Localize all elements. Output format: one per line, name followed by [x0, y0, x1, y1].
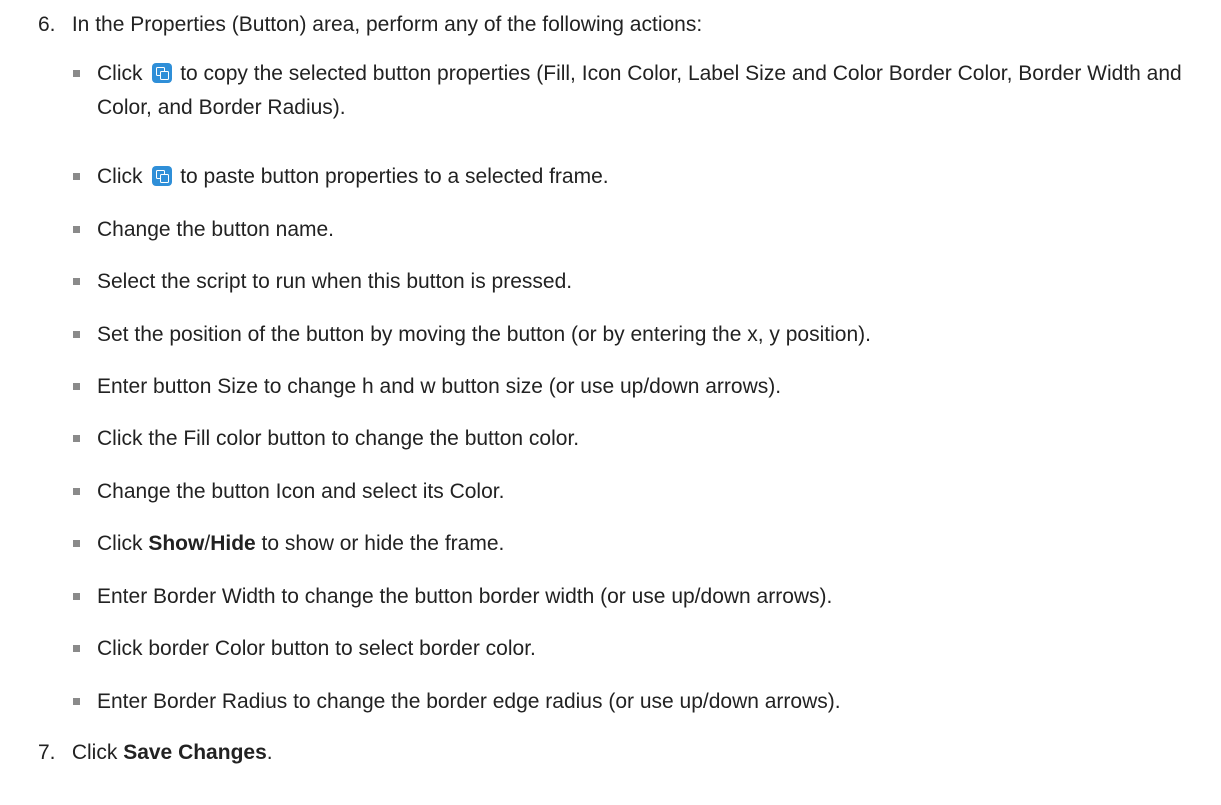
- list-item-paste: Click to paste button properties to a se…: [73, 160, 1212, 194]
- step-text: In the Properties (Button) area, perform…: [71, 13, 703, 36]
- save-changes-label: Save Changes: [123, 741, 267, 764]
- item-text: Click: [97, 165, 143, 188]
- bullet: [73, 488, 80, 495]
- step-6: 6. In the Properties (Button) area, perf…: [38, 12, 702, 38]
- list-item-border-radius: Enter Border Radius to change the border…: [73, 685, 1212, 719]
- bullet: [73, 645, 80, 652]
- bullet: [73, 331, 80, 338]
- paste-icon: [152, 166, 173, 186]
- copy-icon: [152, 63, 173, 83]
- bullet: [73, 278, 80, 285]
- list-item-fill: Click the Fill color button to change th…: [73, 422, 1212, 456]
- list-item-script: Select the script to run when this butto…: [73, 265, 1212, 299]
- show-label: Show: [148, 532, 205, 555]
- step-text: Click: [71, 741, 118, 764]
- item-text: Click: [97, 62, 143, 85]
- item-text: to paste button properties to a selected…: [180, 165, 609, 188]
- item-text: Click the Fill color button to change th…: [97, 427, 580, 450]
- step-number: 6.: [38, 13, 56, 36]
- list-item-border-color: Click border Color button to select bord…: [73, 632, 1212, 666]
- item-text: to copy the selected button properties (…: [97, 62, 1182, 119]
- list-item-border-width: Enter Border Width to change the button …: [73, 580, 1212, 614]
- step-7: 7. Click Save Changes.: [38, 740, 273, 766]
- hide-label: Hide: [210, 532, 256, 555]
- bullet: [73, 70, 80, 77]
- item-text: Set the position of the button by moving…: [97, 323, 871, 346]
- item-text: Enter Border Width to change the button …: [97, 585, 833, 608]
- item-text: Click border Color button to select bord…: [97, 637, 536, 660]
- bullet: [73, 698, 80, 705]
- item-text: Select the script to run when this butto…: [97, 270, 573, 293]
- item-text: Enter button Size to change h and w butt…: [97, 375, 782, 398]
- item-text: Change the button Icon and select its Co…: [97, 480, 505, 503]
- item-text: Change the button name.: [97, 218, 335, 241]
- bullet: [73, 383, 80, 390]
- list-item-name: Change the button name.: [73, 213, 1212, 247]
- item-text: Click: [97, 532, 143, 555]
- item-text: to show or hide the frame.: [261, 532, 505, 555]
- list-item-show-hide: Click Show/Hide to show or hide the fram…: [73, 527, 1212, 561]
- bullet: [73, 540, 80, 547]
- list-item-position: Set the position of the button by moving…: [73, 318, 1212, 352]
- step-number: 7.: [38, 741, 56, 764]
- bullet: [73, 435, 80, 442]
- bullet: [73, 173, 80, 180]
- list-item-copy: Click to copy the selected button proper…: [73, 57, 1212, 125]
- bullet: [73, 226, 80, 233]
- list-item-size: Enter button Size to change h and w butt…: [73, 370, 1212, 404]
- list-item-icon: Change the button Icon and select its Co…: [73, 475, 1212, 509]
- period: .: [266, 741, 273, 764]
- bullet: [73, 593, 80, 600]
- item-text: Enter Border Radius to change the border…: [97, 690, 841, 713]
